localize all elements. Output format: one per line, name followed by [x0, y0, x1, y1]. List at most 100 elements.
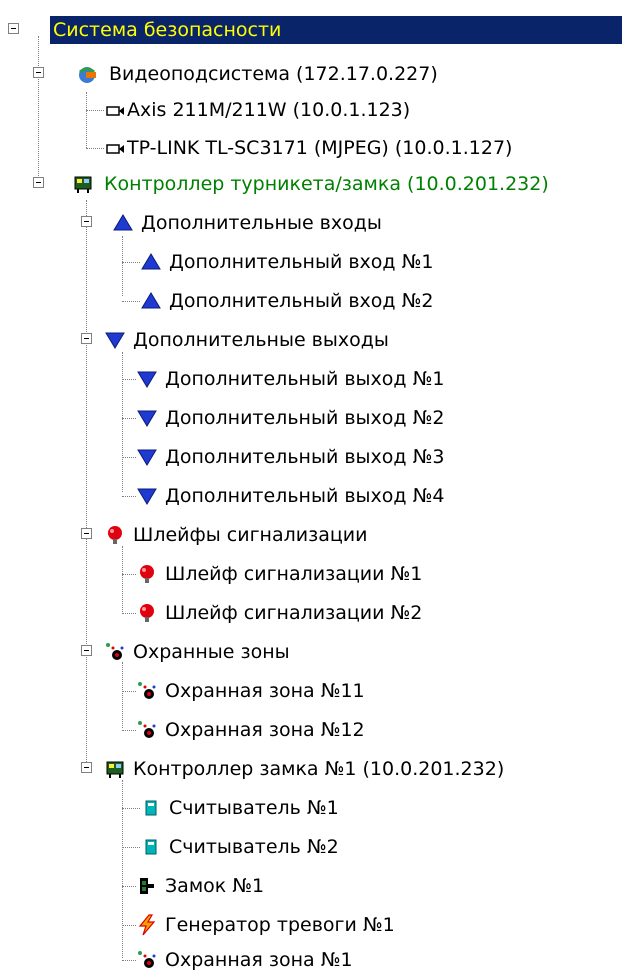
collapse-toggle[interactable]: [81, 645, 92, 656]
tree-line: [122, 496, 136, 497]
tree-item-label: Дополнительный вход №1: [169, 251, 434, 273]
reader-icon: [145, 839, 157, 855]
tree-item-label: Считыватель №1: [169, 797, 339, 819]
alarm-generator-icon: [138, 914, 156, 936]
collapse-toggle[interactable]: [81, 762, 92, 773]
tree-line: [122, 808, 140, 809]
tree-item-label: Контроллер замка №1 (10.0.201.232): [133, 758, 505, 780]
tree-line: [86, 110, 104, 111]
tree-item-outputs-group[interactable]: Дополнительные выходы: [0, 322, 622, 358]
tree-item-label: Axis 211M/211W (10.0.1.123): [127, 99, 411, 121]
tree-item-camera[interactable]: Axis 211M/211W (10.0.1.123): [0, 92, 622, 128]
tree-item-controller[interactable]: Контроллер турникета/замка (10.0.201.232…: [0, 166, 622, 202]
tree-item-input[interactable]: Дополнительный вход №1: [0, 244, 622, 280]
triangle-down-icon: [105, 332, 125, 349]
tree-item-label: Генератор тревоги №1: [165, 914, 395, 936]
security-zone-icon: [138, 682, 156, 699]
collapse-toggle[interactable]: [8, 23, 19, 34]
security-zone-icon: [138, 951, 156, 968]
tree-item-output[interactable]: Дополнительный выход №2: [0, 400, 622, 436]
tree-item-output[interactable]: Дополнительный выход №1: [0, 361, 622, 397]
tree-line: [122, 301, 140, 302]
tree-item-camera[interactable]: TP-LINK TL-SC3171 (MJPEG) (10.0.1.127): [0, 130, 622, 166]
tree-item-output[interactable]: Дополнительный выход №3: [0, 439, 622, 475]
tree-item-label: Охранные зоны: [133, 641, 290, 663]
tree-item-label: TP-LINK TL-SC3171 (MJPEG) (10.0.1.127): [127, 137, 513, 159]
tree-line: [122, 379, 136, 380]
tree-item-video-subsystem[interactable]: Видеоподсистема (172.17.0.227): [0, 56, 622, 92]
tree-item-reader[interactable]: Считыватель №1: [0, 790, 622, 826]
tree-item-inputs-group[interactable]: Дополнительные входы: [0, 205, 622, 241]
tree-item-loops-group[interactable]: Шлейфы сигнализации: [0, 517, 622, 553]
tree-item-loop[interactable]: Шлейф сигнализации №1: [0, 556, 622, 592]
tree-item-label: Замок №1: [165, 875, 265, 897]
tree-line: [122, 847, 140, 848]
controller-icon: [74, 176, 92, 193]
tree-item-input[interactable]: Дополнительный вход №2: [0, 283, 622, 319]
tree-item-loop[interactable]: Шлейф сигнализации №2: [0, 595, 622, 631]
tree-item-label: Контроллер турникета/замка (10.0.201.232…: [104, 173, 549, 195]
alarm-loop-icon: [108, 526, 122, 544]
lock-icon: [140, 878, 154, 894]
tree-item-lock-controller[interactable]: Контроллер замка №1 (10.0.201.232): [0, 751, 622, 787]
collapse-toggle[interactable]: [81, 333, 92, 344]
tree-item-alarm-generator[interactable]: Генератор тревоги №1: [0, 907, 622, 943]
tree-line: [122, 574, 136, 575]
controller-icon: [106, 761, 124, 778]
reader-icon: [145, 800, 157, 816]
tree-item-label: Видеоподсистема (172.17.0.227): [109, 63, 438, 85]
tree-line: [122, 925, 136, 926]
tree-item-label: Дополнительный вход №2: [169, 290, 434, 312]
tree-item-zone[interactable]: Охранная зона №11: [0, 673, 622, 709]
tree-line: [122, 262, 140, 263]
tree-item-lock[interactable]: Замок №1: [0, 868, 622, 904]
triangle-up-icon: [141, 253, 161, 270]
collapse-toggle[interactable]: [33, 177, 44, 188]
device-tree[interactable]: Система безопасности Видеоподсистема (17…: [0, 0, 622, 975]
triangle-down-icon: [137, 410, 157, 427]
tree-item-label: Дополнительные выходы: [133, 329, 389, 351]
tree-item-label: Дополнительный выход №4: [165, 485, 445, 507]
tree-item-reader[interactable]: Считыватель №2: [0, 829, 622, 865]
alarm-loop-icon: [140, 565, 154, 583]
tree-line: [122, 418, 136, 419]
tree-item-label: Система безопасности: [50, 16, 622, 44]
tree-line: [122, 457, 136, 458]
triangle-down-icon: [137, 449, 157, 466]
tree-item-label: Шлейфы сигнализации: [133, 524, 368, 546]
security-zone-icon: [138, 721, 156, 738]
tree-line: [122, 960, 136, 961]
tree-item-label: Дополнительный выход №1: [165, 368, 445, 390]
tree-item-label: Шлейф сигнализации №1: [165, 563, 423, 585]
camera-icon: [106, 144, 124, 154]
triangle-down-icon: [137, 488, 157, 505]
tree-item-label: Дополнительный выход №3: [165, 446, 445, 468]
tree-item-label: Считыватель №2: [169, 836, 339, 858]
video-subsystem-icon: [79, 67, 96, 83]
tree-line: [122, 691, 136, 692]
tree-item-label: Дополнительный выход №2: [165, 407, 445, 429]
tree-item-root[interactable]: Система безопасности: [0, 12, 622, 48]
collapse-toggle[interactable]: [81, 216, 92, 227]
triangle-down-icon: [137, 371, 157, 388]
security-zone-icon: [106, 643, 124, 660]
tree-line: [122, 730, 136, 731]
tree-item-label: Охранная зона №11: [165, 680, 365, 702]
tree-item-zone[interactable]: Охранная зона №1: [0, 942, 622, 978]
triangle-up-icon: [113, 214, 133, 231]
triangle-up-icon: [141, 292, 161, 309]
alarm-loop-icon: [140, 604, 154, 622]
collapse-toggle[interactable]: [33, 67, 44, 78]
tree-item-zone[interactable]: Охранная зона №12: [0, 712, 622, 748]
tree-item-zones-group[interactable]: Охранные зоны: [0, 634, 622, 670]
camera-icon: [106, 106, 124, 116]
collapse-toggle[interactable]: [81, 528, 92, 539]
tree-item-label: Охранная зона №1: [165, 949, 353, 971]
tree-line: [122, 886, 136, 887]
tree-item-output[interactable]: Дополнительный выход №4: [0, 478, 622, 514]
tree-item-label: Дополнительные входы: [141, 212, 382, 234]
tree-line: [122, 613, 136, 614]
tree-item-label: Шлейф сигнализации №2: [165, 602, 423, 624]
tree-item-label: Охранная зона №12: [165, 719, 365, 741]
tree-line: [86, 148, 104, 149]
